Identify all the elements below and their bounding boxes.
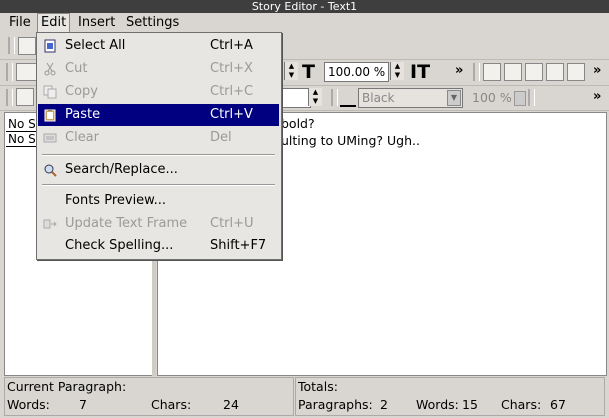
menu-item-label: Fonts Preview... (65, 193, 167, 208)
toolbar-grip[interactable] (528, 89, 535, 106)
text-width-icon[interactable]: IT (410, 61, 430, 83)
words-label: Words: (7, 397, 50, 412)
toolbar-grip[interactable] (8, 37, 15, 54)
menu-item-shortcut: Ctrl+X (210, 61, 253, 76)
align-right-icon[interactable] (525, 63, 543, 81)
font-scale-input[interactable]: 100.00 % (324, 62, 389, 82)
menu-item-shortcut: Ctrl+A (210, 38, 253, 53)
menubar: File Edit Insert Settings (0, 13, 609, 33)
menu-item-label: Check Spelling... (65, 238, 174, 253)
menu-item-clear[interactable]: Clear Del (38, 127, 279, 149)
update-frame-icon (43, 219, 57, 229)
toolbar-grip[interactable] (331, 89, 338, 106)
toolbar-grip[interactable] (473, 63, 480, 81)
chevron-right-icon[interactable]: » (455, 63, 463, 78)
toolbar-grip[interactable] (6, 63, 13, 81)
chars-label: Chars: (151, 397, 192, 412)
menu-separator (42, 154, 275, 156)
fill-color-icon[interactable] (340, 89, 356, 107)
shade-stepper[interactable] (514, 91, 526, 106)
menu-separator (42, 184, 275, 186)
menu-item-shortcut: Ctrl+V (210, 107, 253, 122)
menu-item-label: Paste (65, 107, 101, 122)
menu-item-search-replace[interactable]: Search/Replace... (38, 159, 279, 181)
total-chars-value: 67 (550, 397, 566, 412)
align-left-icon[interactable] (483, 63, 501, 81)
current-paragraph-box: Current Paragraph: Words: 7 Chars: 24 (4, 377, 294, 416)
menu-item-shortcut: Ctrl+U (210, 216, 254, 231)
menu-item-shortcut: Shift+F7 (210, 238, 267, 253)
copy-icon (43, 85, 57, 99)
menu-item-check-spelling[interactable]: Check Spelling... Shift+F7 (38, 235, 279, 257)
chevron-down-icon[interactable]: ▼ (447, 90, 461, 106)
menu-item-fonts-preview[interactable]: Fonts Preview... (38, 190, 279, 212)
editor-line: bold? (281, 116, 315, 131)
stroke-color-icon[interactable] (536, 89, 552, 105)
menu-item-copy[interactable]: Copy Ctrl+C (38, 81, 279, 103)
current-paragraph-label: Current Paragraph: (7, 379, 127, 394)
underline-icon[interactable] (16, 88, 34, 106)
chars-value: 24 (223, 397, 239, 412)
menu-item-label: Update Text Frame (65, 216, 188, 231)
totals-label: Totals: (298, 379, 338, 394)
search-replace-icon (44, 164, 57, 177)
menu-item-label: Cut (65, 61, 88, 76)
toolbar-grip[interactable] (6, 89, 13, 106)
menu-item-label: Search/Replace... (65, 162, 178, 177)
menu-item-label: Copy (65, 84, 98, 99)
menu-settings[interactable]: Settings (123, 14, 182, 32)
editor-line: ulting to UMing? Ugh.. (281, 133, 420, 148)
select-all-icon (44, 39, 56, 53)
align-center-icon[interactable] (504, 63, 522, 81)
menu-edit[interactable]: Edit (37, 13, 71, 33)
kerning-stepper[interactable]: ▲ ▼ (308, 88, 322, 106)
window-title: Story Editor - Text1 (0, 0, 609, 13)
menu-item-label: Clear (65, 130, 99, 145)
new-document-icon[interactable] (18, 37, 36, 55)
eraser-icon (43, 133, 57, 143)
font-scale-stepper[interactable]: ▲ ▼ (390, 62, 404, 80)
menu-item-paste[interactable]: Paste Ctrl+V (38, 104, 279, 126)
words-value: 7 (79, 397, 87, 412)
menu-item-select-all[interactable]: Select All Ctrl+A (38, 35, 279, 57)
clipboard-icon (44, 109, 56, 122)
paragraphs-value: 2 (380, 397, 388, 412)
align-justify-icon[interactable] (546, 63, 564, 81)
align-forced-icon[interactable] (567, 63, 585, 81)
paragraphs-label: Paragraphs: (298, 397, 373, 412)
menu-item-label: Select All (65, 38, 126, 53)
chevron-right-icon[interactable]: » (593, 63, 601, 78)
font-size-stepper[interactable]: ▲ ▼ (284, 62, 298, 80)
kerning-input[interactable] (282, 88, 311, 108)
menu-item-cut[interactable]: Cut Ctrl+X (38, 58, 279, 80)
scissors-icon (44, 62, 56, 76)
status-bar: Current Paragraph: Words: 7 Chars: 24 To… (4, 377, 605, 416)
font-icon[interactable] (16, 63, 38, 81)
total-words-value: 15 (462, 397, 478, 412)
edit-menu-dropdown: Select All Ctrl+A Cut Ctrl+X Copy Ctrl+C… (36, 32, 282, 260)
menu-item-shortcut: Del (210, 130, 232, 145)
text-height-icon[interactable]: T (302, 61, 315, 83)
menu-item-update-text-frame[interactable]: Update Text Frame Ctrl+U (38, 213, 279, 235)
menu-file[interactable]: File (6, 14, 34, 32)
total-chars-label: Chars: (501, 397, 542, 412)
chevron-right-icon[interactable]: » (593, 89, 601, 104)
menu-insert[interactable]: Insert (75, 14, 118, 32)
shade-value[interactable]: 100 % (472, 90, 512, 105)
menu-item-shortcut: Ctrl+C (210, 84, 254, 99)
totals-box: Totals: Paragraphs: 2 Words: 15 Chars: 6… (295, 377, 605, 416)
total-words-label: Words: (416, 397, 459, 412)
